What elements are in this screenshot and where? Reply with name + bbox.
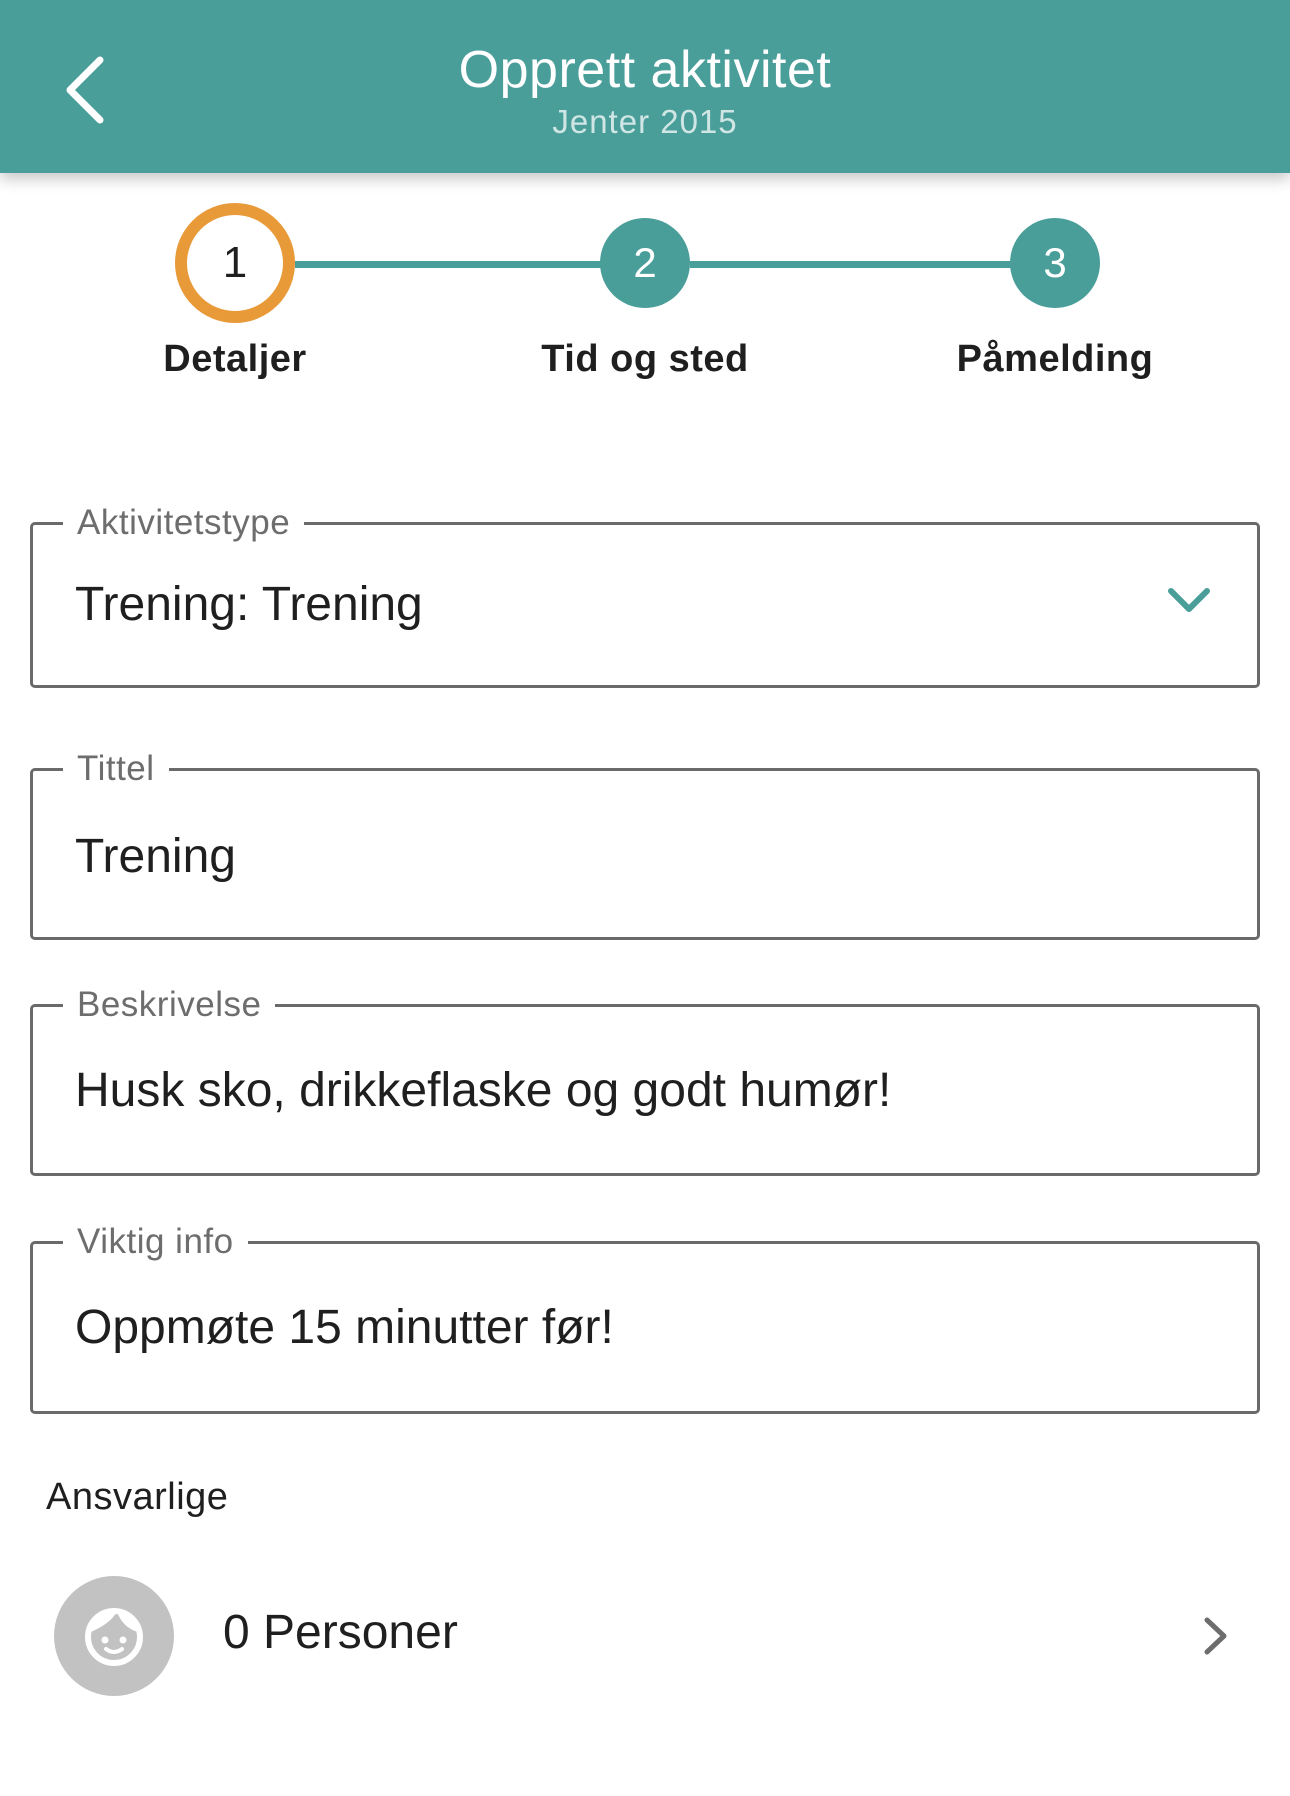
avatar xyxy=(54,1576,174,1696)
chevron-right-icon xyxy=(1204,1617,1227,1655)
responsible-count: 0 Personer xyxy=(223,1606,458,1659)
step-2-label: Tid og sted xyxy=(541,338,749,380)
responsible-section-title: Ansvarlige xyxy=(46,1476,229,1518)
important-info-field[interactable]: Viktig info Oppmøte 15 minutter før! xyxy=(30,1214,1260,1414)
page-title: Opprett aktivitet xyxy=(458,41,832,99)
title-field[interactable]: Tittel Trening xyxy=(30,741,1260,940)
description-label: Beskrivelse xyxy=(63,977,276,1033)
app-header: Opprett aktivitet Jenter 2015 xyxy=(0,0,1290,173)
progress-stepper: 1 2 3 Detaljer Tid og sted Påmelding xyxy=(0,173,1290,403)
step-1-label: Detaljer xyxy=(163,338,307,380)
title-value: Trening xyxy=(75,830,236,883)
activity-type-label: Aktivitetstype xyxy=(63,495,305,551)
description-field[interactable]: Beskrivelse Husk sko, drikkeflaske og go… xyxy=(30,977,1260,1176)
title-label: Tittel xyxy=(63,741,169,797)
responsible-persons-row[interactable]: 0 Personer xyxy=(40,1570,1250,1700)
step-3-circle[interactable]: 3 xyxy=(1010,218,1100,308)
activity-type-value: Trening: Trening xyxy=(75,578,423,631)
page-subtitle: Jenter 2015 xyxy=(552,103,738,140)
activity-type-select[interactable]: Aktivitetstype Trening: Trening xyxy=(30,495,1260,688)
important-info-label: Viktig info xyxy=(63,1214,248,1270)
step-3-label: Påmelding xyxy=(956,338,1154,380)
step-1-circle[interactable]: 1 xyxy=(175,203,295,323)
chevron-down-icon xyxy=(1168,588,1210,612)
important-info-value: Oppmøte 15 minutter før! xyxy=(75,1301,614,1354)
step-connector-2 xyxy=(690,261,1055,268)
face-icon xyxy=(85,1608,143,1666)
description-value: Husk sko, drikkeflaske og godt humør! xyxy=(75,1064,892,1117)
step-2-circle[interactable]: 2 xyxy=(600,218,690,308)
step-connector-1 xyxy=(295,261,645,268)
